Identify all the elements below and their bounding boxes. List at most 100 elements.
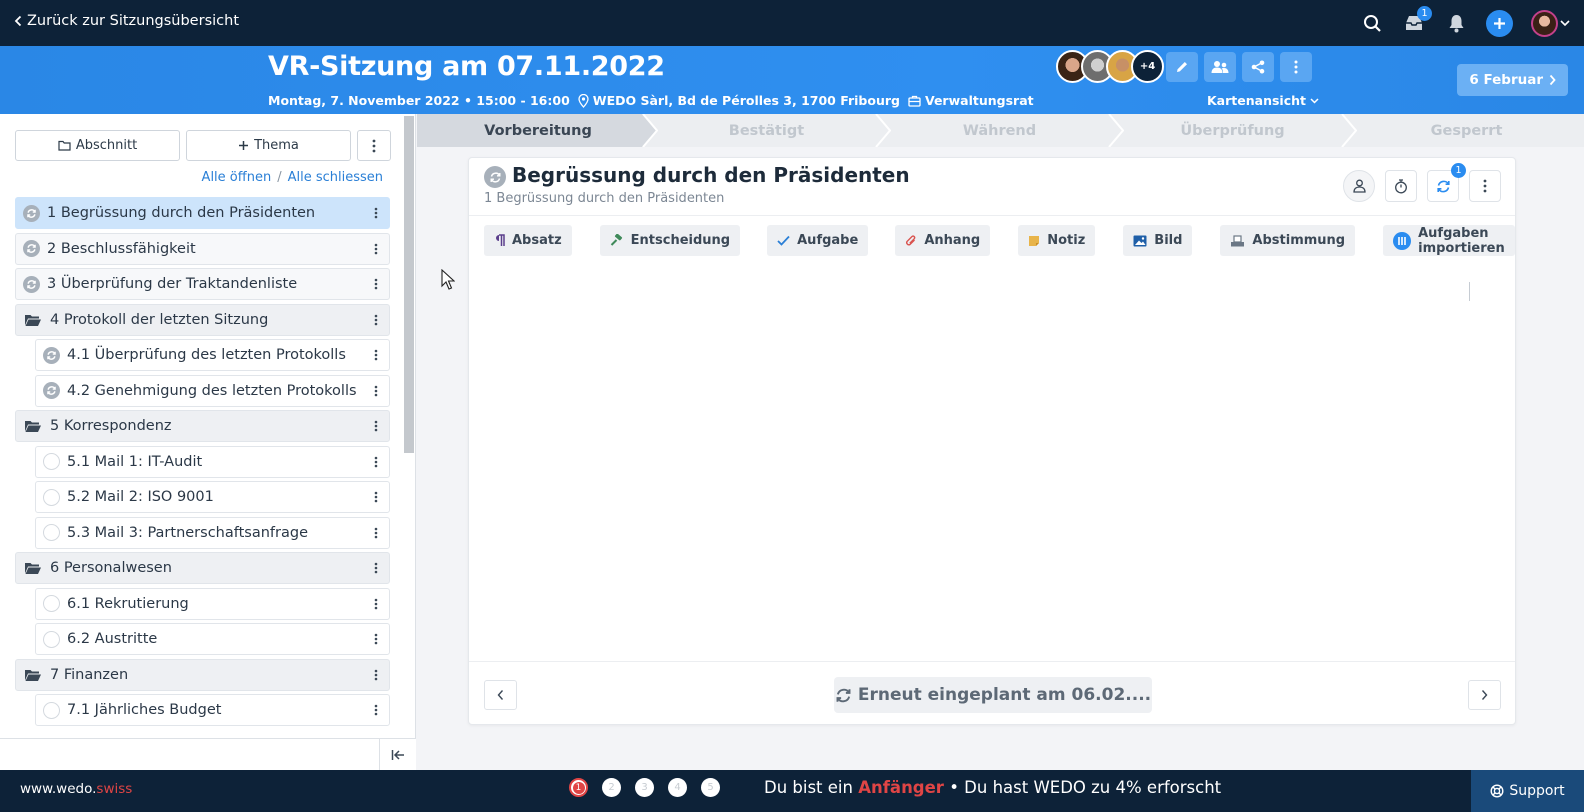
agenda-item[interactable]: 6.1 Rekrutierung [35, 587, 390, 620]
agenda-item[interactable]: 5.3 Mail 3: Partnerschaftsanfrage [35, 516, 390, 549]
agenda-item[interactable]: 2 Beschlussfähigkeit [15, 232, 390, 265]
kebab-icon[interactable] [369, 595, 383, 613]
kebab-icon[interactable] [369, 240, 383, 258]
sidebar-more-button[interactable] [357, 130, 391, 161]
bell-icon[interactable] [1444, 11, 1468, 35]
reschedule-button[interactable]: 1 [1427, 163, 1466, 202]
kebab-icon[interactable] [369, 559, 383, 577]
kebab-icon[interactable] [369, 417, 383, 435]
agenda-section[interactable]: 4 Protokoll der letzten Sitzung [15, 303, 390, 336]
topic-more-button[interactable] [1469, 170, 1501, 202]
stopwatch-icon [1395, 178, 1407, 193]
status-empty-icon [42, 452, 61, 471]
next-topic-button[interactable] [1468, 680, 1501, 710]
agenda-item[interactable]: 4.1 Überprüfung des letzten Protokolls [35, 339, 390, 371]
progress-step-dot[interactable]: 1 [569, 778, 588, 797]
view-switcher[interactable]: Kartenansicht [1207, 93, 1319, 108]
agenda-item[interactable]: 6.2 Austritte [35, 623, 390, 655]
agenda-item[interactable]: 1 Begrüssung durch den Präsidenten [15, 197, 390, 229]
sidebar-scrollbar[interactable] [404, 116, 414, 453]
kebab-icon[interactable] [369, 524, 383, 542]
participants-button[interactable] [1204, 52, 1236, 82]
kebab-icon[interactable] [369, 488, 383, 506]
progress-step-dot[interactable]: 5 [701, 778, 720, 797]
progress-step-dot[interactable]: 4 [668, 778, 687, 797]
kebab-icon[interactable] [369, 311, 383, 329]
folder-open-icon [22, 310, 44, 329]
agenda-item[interactable]: 4.2 Genehmigung des letzten Protokolls [35, 374, 390, 407]
agenda-section[interactable]: 6 Personalwesen [15, 552, 390, 584]
back-to-overview-link[interactable]: Zurück zur Sitzungsübersicht [14, 13, 239, 29]
folder-open-icon [22, 417, 44, 436]
user-menu[interactable] [1531, 9, 1570, 37]
inbox-icon[interactable]: 1 [1402, 6, 1432, 35]
close-all-link[interactable]: Alle schliessen [288, 170, 383, 185]
add-absatz-button[interactable]: Absatz [484, 225, 572, 256]
status-sync-icon [22, 275, 41, 294]
progress-step-number: 4 [674, 782, 681, 793]
agenda-item[interactable]: 7.1 Jährliches Budget [35, 694, 390, 726]
search-icon[interactable] [1360, 11, 1384, 35]
open-all-link[interactable]: Alle öffnen [202, 170, 272, 185]
status-empty-icon [42, 488, 61, 507]
kebab-icon[interactable] [369, 275, 383, 293]
progress-step-dot[interactable]: 3 [635, 778, 654, 797]
edit-meeting-button[interactable] [1166, 52, 1198, 82]
map-pin-icon [578, 93, 589, 108]
kebab-icon[interactable] [369, 204, 383, 222]
agenda-section[interactable]: 5 Korrespondenz [15, 410, 390, 442]
participants[interactable]: +4 [1056, 50, 1164, 83]
assign-presenter-button[interactable] [1343, 170, 1375, 202]
previous-topic-button[interactable] [484, 680, 517, 710]
site-url-main: www.wedo. [20, 781, 97, 797]
kebab-icon[interactable] [369, 666, 383, 684]
status-step[interactable]: Vorbereitung [417, 114, 657, 147]
agenda-item[interactable]: 5.1 Mail 1: IT-Audit [35, 445, 390, 478]
duration-button[interactable] [1385, 170, 1417, 202]
status-step[interactable]: Während [883, 114, 1116, 147]
status-step[interactable]: Bestätigt [650, 114, 883, 147]
kebab-icon[interactable] [369, 346, 383, 364]
topic-title[interactable]: Begrüssung durch den Präsidenten [512, 163, 910, 187]
add-topic-button[interactable]: Thema [186, 130, 351, 161]
add-bild-button[interactable]: Bild [1123, 225, 1193, 256]
agenda-list: 1 Begrüssung durch den Präsidenten 2 Besc… [15, 197, 390, 730]
rescheduled-status[interactable]: Erneut eingeplant am 06.02.... [834, 677, 1152, 713]
status-step[interactable]: Gesperrt [1349, 114, 1584, 147]
chevron-left-icon [14, 15, 22, 27]
kebab-icon[interactable] [369, 701, 383, 719]
add-aufgabe-button[interactable]: Aufgabe [767, 225, 869, 256]
site-url[interactable]: www.wedo.swiss [20, 781, 132, 797]
kebab-icon[interactable] [369, 453, 383, 471]
block-label: Notiz [1047, 233, 1086, 248]
agenda-item-label: 2 Beschlussfähigkeit [47, 240, 196, 257]
more-participants-badge[interactable]: +4 [1131, 50, 1164, 83]
block-label: Aufgabe [797, 233, 859, 248]
agenda-section[interactable]: 7 Finanzen [15, 658, 390, 691]
collapse-sidebar-button[interactable] [379, 739, 416, 770]
status-step[interactable]: Überprüfung [1116, 114, 1349, 147]
add-abstimmung-button[interactable]: Abstimmung [1220, 225, 1356, 256]
add-section-label: Abschnitt [75, 138, 138, 153]
agenda-item-label: 7.1 Jährliches Budget [67, 702, 222, 718]
chevron-right-icon [1549, 74, 1556, 86]
next-meeting-button[interactable]: 6 Februar [1457, 64, 1568, 96]
meeting-header: VR-Sitzung am 07.11.2022 Montag, 7. Nove… [0, 46, 1584, 114]
gavel-icon [610, 233, 624, 248]
agenda-item-label: 7 Finanzen [50, 666, 129, 683]
more-options-button[interactable] [1280, 52, 1312, 82]
create-new-button[interactable] [1486, 9, 1513, 37]
import-icon [1393, 231, 1412, 250]
add-notiz-button[interactable]: Notiz [1018, 225, 1096, 256]
agenda-item[interactable]: 5.2 Mail 2: ISO 9001 [35, 481, 390, 513]
support-button[interactable]: Support [1471, 770, 1584, 812]
kebab-icon[interactable] [369, 630, 383, 648]
add-aufgaben-importieren-button[interactable]: Aufgaben importieren [1383, 225, 1515, 256]
agenda-item[interactable]: 3 Überprüfung der Traktandenliste [15, 268, 390, 300]
add-entscheidung-button[interactable]: Entscheidung [599, 225, 741, 256]
progress-step-dot[interactable]: 2 [602, 778, 621, 797]
kebab-icon[interactable] [369, 382, 383, 400]
add-section-button[interactable]: Abschnitt [15, 130, 180, 161]
share-button[interactable] [1242, 52, 1274, 82]
add-anhang-button[interactable]: Anhang [895, 225, 991, 256]
